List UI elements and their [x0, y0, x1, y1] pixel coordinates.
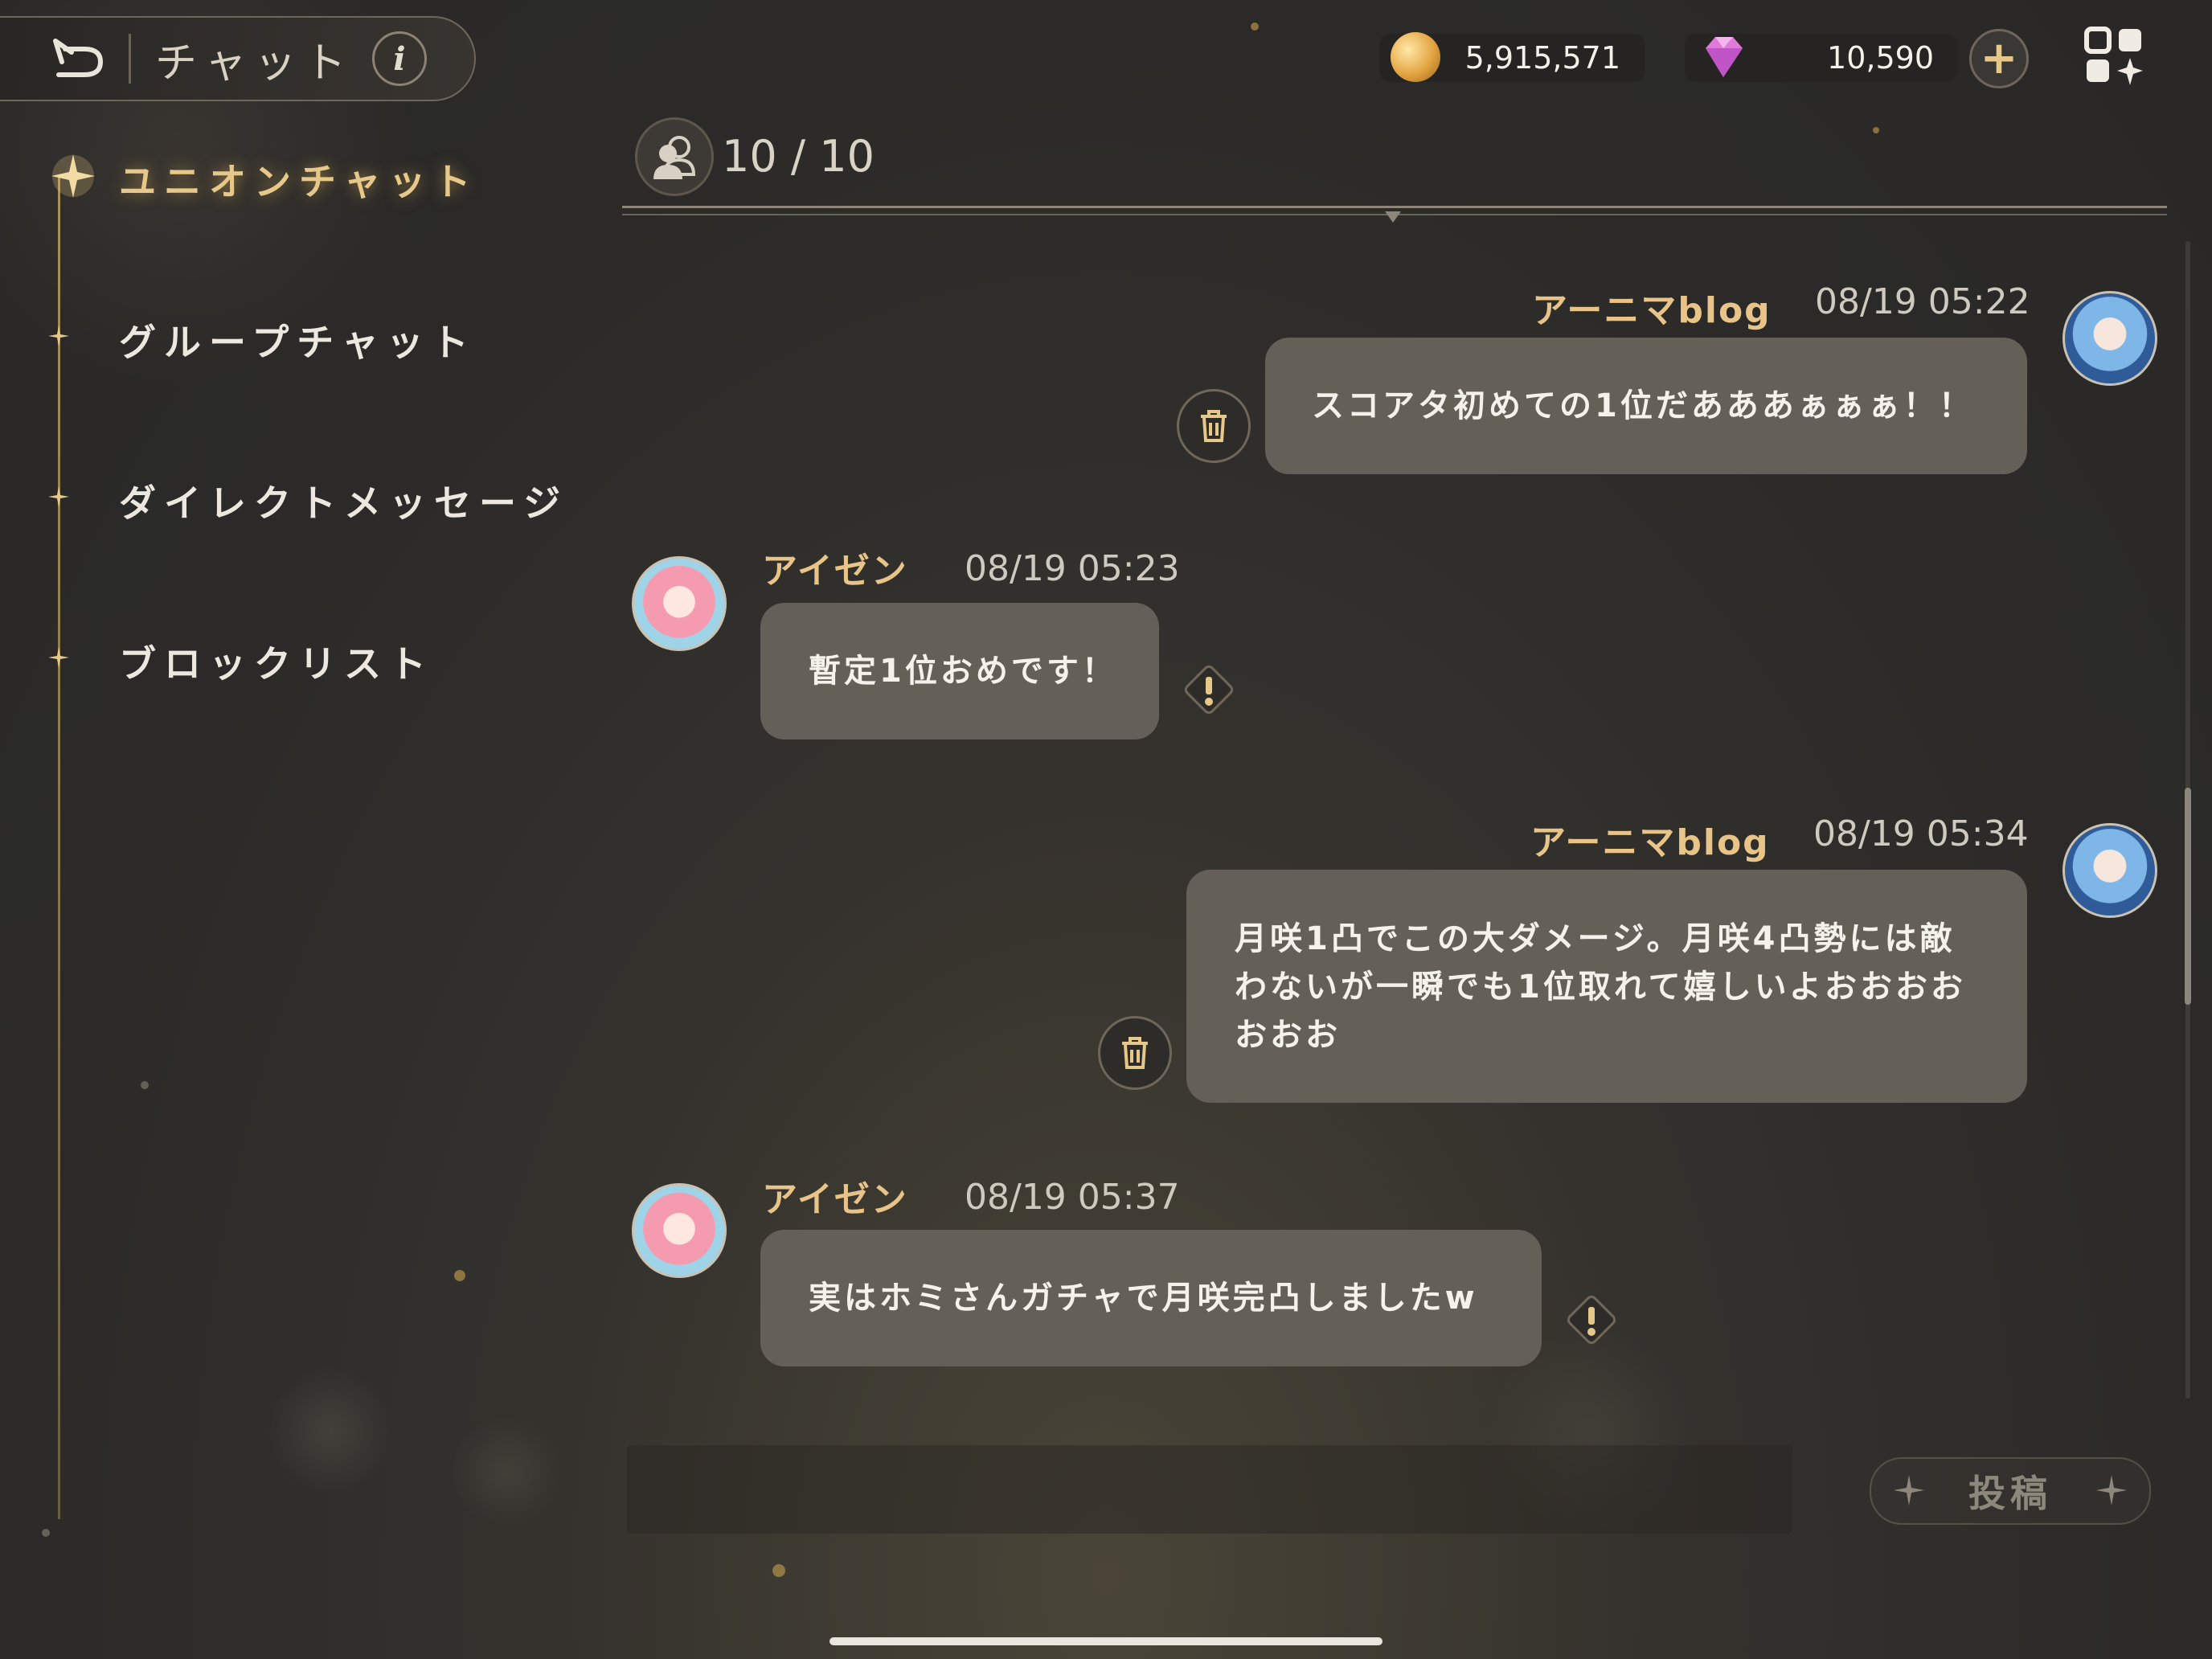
trash-icon — [1201, 410, 1227, 442]
report-icon[interactable] — [1178, 659, 1239, 720]
sparkle-dot — [454, 1270, 465, 1281]
gem-counter: 10,590 — [1685, 34, 1958, 82]
sparkle-dot — [42, 1529, 50, 1537]
members-icon-glyph — [653, 136, 696, 179]
message-author: アイゼン — [762, 1179, 908, 1220]
info-icon: i — [393, 39, 406, 78]
add-currency-button[interactable]: + — [1969, 29, 2029, 88]
message-text-line: おおお — [1235, 1017, 1341, 1054]
message-text-line: 月咲1凸でこの大ダメージ。月咲4凸勢には敵 — [1235, 920, 1956, 957]
sparkle-icon — [48, 486, 69, 507]
trash-icon — [1122, 1037, 1148, 1069]
message-text: 暫定1位おめです！ — [809, 653, 1117, 690]
post-label: 投稿 — [1968, 1472, 2052, 1515]
delete-button[interactable] — [1098, 1016, 1172, 1090]
background-glow — [450, 1415, 563, 1527]
divider — [129, 34, 131, 84]
members-icon — [635, 117, 714, 196]
menu-grid-icon[interactable] — [2083, 24, 2148, 88]
message-text: スコアタ初めての1位だあああぁぁぁ！！ — [1312, 387, 1974, 424]
avatar[interactable] — [632, 1183, 727, 1278]
message-time: 08/19 05:22 — [1815, 281, 2030, 322]
message-bubble: 暫定1位おめです！ — [760, 603, 1159, 739]
header-divider — [622, 206, 2167, 208]
message-bubble: スコアタ初めての1位だあああぁぁぁ！！ — [1265, 338, 2027, 474]
message-input[interactable] — [627, 1445, 1792, 1534]
info-button[interactable]: i — [372, 31, 427, 86]
message-author: アーニマblog — [1532, 290, 1772, 331]
plus-icon: + — [1980, 32, 2018, 84]
report-icon[interactable] — [1561, 1289, 1622, 1350]
delete-button[interactable] — [1177, 389, 1251, 463]
sparkle-dot — [141, 1081, 149, 1089]
sidebar-item-group-chat[interactable]: グループチャット — [119, 313, 477, 367]
message-time: 08/19 05:23 — [965, 548, 1180, 589]
avatar[interactable] — [2062, 823, 2157, 918]
message-author: アイゼン — [762, 551, 908, 592]
coin-icon — [1391, 32, 1440, 82]
message-time: 08/19 05:34 — [1813, 813, 2029, 854]
active-star-icon — [51, 154, 95, 198]
title-bar: チャット i — [0, 16, 476, 101]
sparkle-icon — [48, 647, 69, 668]
member-count: 10 / 10 — [722, 131, 875, 182]
sparkle-dot — [1873, 127, 1879, 133]
avatar[interactable] — [2062, 291, 2157, 386]
page-title: チャット — [155, 39, 354, 88]
coin-amount: 5,915,571 — [1464, 40, 1620, 76]
sidebar-item-direct-message[interactable]: ダイレクトメッセージ — [119, 474, 568, 527]
gem-amount: 10,590 — [1827, 40, 1934, 76]
sparkle-dot — [772, 1564, 785, 1577]
message-time: 08/19 05:37 — [965, 1177, 1180, 1218]
sparkle-icon — [48, 326, 69, 346]
sidebar-item-union-chat[interactable]: ユニオンチャット — [119, 153, 479, 206]
gem-icon — [1706, 37, 1743, 77]
message-text: 実はホミさんガチャで月咲完凸しましたw — [809, 1280, 1478, 1317]
message-bubble: 実はホミさんガチャで月咲完凸しましたw — [760, 1230, 1542, 1366]
message-author: アーニマblog — [1530, 822, 1770, 863]
sparkle-icon — [2096, 1475, 2127, 1505]
message-bubble: 月咲1凸でこの大ダメージ。月咲4凸勢には敵 わないが一瞬でも1位取れて嬉しいよお… — [1186, 870, 2027, 1103]
post-button[interactable]: 投稿 — [1870, 1457, 2151, 1525]
scrollbar-thumb[interactable] — [2185, 788, 2191, 1005]
background-glow — [265, 1366, 394, 1495]
coin-counter: 5,915,571 — [1379, 32, 1645, 82]
sparkle-icon — [1894, 1475, 1924, 1505]
divider-ornament — [1385, 211, 1401, 223]
sidebar-item-block-list[interactable]: ブロックリスト — [119, 635, 434, 688]
sidebar-rail — [58, 177, 60, 1519]
back-icon — [53, 39, 104, 77]
message-text-line: わないが一瞬でも1位取れて嬉しいよおおおお — [1235, 969, 1966, 1006]
sparkle-dot — [1251, 23, 1259, 31]
home-indicator[interactable] — [830, 1637, 1382, 1645]
back-button[interactable] — [32, 18, 121, 99]
avatar[interactable] — [632, 556, 727, 651]
